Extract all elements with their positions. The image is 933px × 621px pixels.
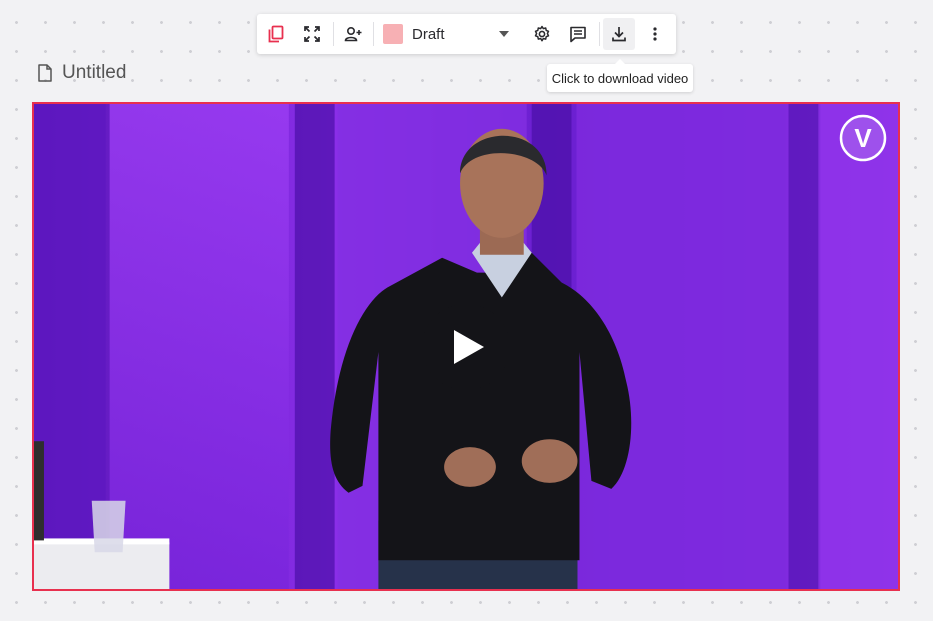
toolbar-divider [373, 22, 374, 46]
document-icon [38, 64, 52, 82]
fullscreen-icon [304, 26, 320, 42]
more-options-button[interactable] [639, 18, 671, 50]
share-button[interactable] [337, 18, 369, 50]
chevron-down-icon [499, 31, 509, 37]
status-label: Draft [412, 25, 445, 43]
document-title[interactable]: Untitled [37, 60, 126, 86]
settings-button[interactable] [526, 18, 558, 50]
comments-button[interactable] [562, 18, 594, 50]
copy-pages-button[interactable] [260, 18, 292, 50]
toolbar: Draft [257, 14, 676, 54]
add-person-icon [344, 26, 362, 42]
play-button[interactable] [422, 304, 510, 390]
comment-icon [570, 26, 586, 43]
gear-icon [534, 25, 550, 42]
status-color-swatch [383, 24, 403, 44]
fullscreen-button[interactable] [296, 18, 328, 50]
play-icon [454, 330, 484, 364]
status-dropdown[interactable]: Draft [383, 20, 513, 48]
toolbar-divider [599, 22, 600, 46]
watermark-logo: V [839, 114, 887, 162]
download-button[interactable] [603, 18, 635, 50]
video-player[interactable]: V [32, 102, 900, 591]
watermark-letter: V [854, 123, 872, 153]
more-vertical-icon [653, 27, 657, 41]
toolbar-divider [333, 22, 334, 46]
download-icon [612, 27, 626, 42]
download-tooltip: Click to download video [547, 59, 693, 92]
copy-pages-icon [268, 25, 284, 43]
document-title-text: Untitled [62, 62, 127, 83]
